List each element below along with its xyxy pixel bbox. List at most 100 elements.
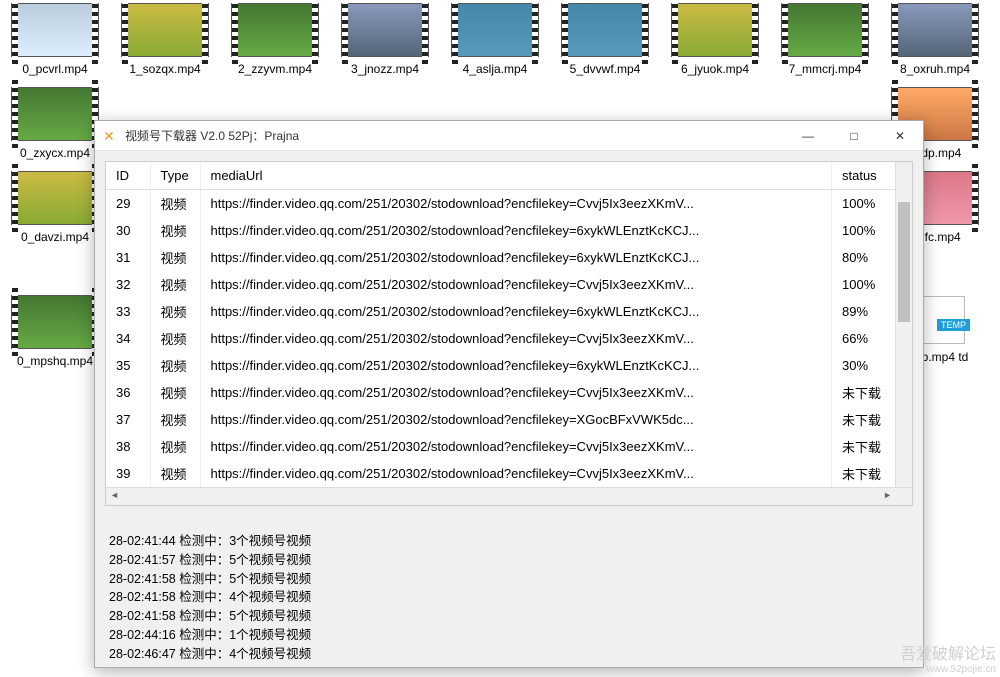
cell-id: 37 [106, 406, 150, 433]
file-thumb[interactable]: 4_aslja.mp4 [440, 4, 550, 76]
watermark-text: 吾爱破解论坛 [900, 646, 996, 663]
file-label: 5_dvvwf.mp4 [550, 62, 660, 76]
maximize-button[interactable]: □ [831, 121, 877, 151]
video-thumb-icon [122, 4, 208, 56]
file-label: 4_aslja.mp4 [440, 62, 550, 76]
cell-url: https://finder.video.qq.com/251/20302/st… [200, 433, 832, 460]
cell-url: https://finder.video.qq.com/251/20302/st… [200, 352, 832, 379]
file-thumb[interactable]: 8_oxruh.mp4 [880, 4, 990, 76]
file-label: 1_sozqx.mp4 [110, 62, 220, 76]
cell-type: 视频 [150, 298, 200, 325]
file-thumb[interactable]: 0_pcvrl.mp4 [0, 4, 110, 76]
log-panel: 28-02:41:44 检测中：3个视频号视频28-02:41:57 检测中：5… [105, 532, 913, 663]
download-table-wrap: ID Type mediaUrl status 29视频https://find… [105, 161, 913, 506]
minimize-button[interactable]: — [785, 121, 831, 151]
video-thumb-icon [452, 4, 538, 56]
log-line: 28-02:41:57 检测中：5个视频号视频 [109, 551, 913, 570]
table-row[interactable]: 36视频https://finder.video.qq.com/251/2030… [106, 379, 912, 406]
cell-url: https://finder.video.qq.com/251/20302/st… [200, 271, 832, 298]
table-row[interactable]: 31视频https://finder.video.qq.com/251/2030… [106, 244, 912, 271]
table-row[interactable]: 34视频https://finder.video.qq.com/251/2030… [106, 325, 912, 352]
cell-url: https://finder.video.qq.com/251/20302/st… [200, 244, 832, 271]
video-thumb-icon [782, 4, 868, 56]
file-label: 3_jnozz.mp4 [330, 62, 440, 76]
table-row[interactable]: 32视频https://finder.video.qq.com/251/2030… [106, 271, 912, 298]
vertical-scrollbar[interactable] [895, 162, 912, 487]
file-thumb[interactable]: 1_sozqx.mp4 [110, 4, 220, 76]
close-button[interactable]: ✕ [877, 121, 923, 151]
log-line: 28-02:41:58 检测中：5个视频号视频 [109, 607, 913, 626]
cell-url: https://finder.video.qq.com/251/20302/st… [200, 325, 832, 352]
file-thumb[interactable]: 3_jnozz.mp4 [330, 4, 440, 76]
table-row[interactable]: 35视频https://finder.video.qq.com/251/2030… [106, 352, 912, 379]
cell-id: 30 [106, 217, 150, 244]
cell-id: 35 [106, 352, 150, 379]
file-label: 6_jyuok.mp4 [660, 62, 770, 76]
cell-type: 视频 [150, 379, 200, 406]
cell-type: 视频 [150, 217, 200, 244]
log-line: 28-02:41:58 检测中：5个视频号视频 [109, 570, 913, 589]
cell-id: 33 [106, 298, 150, 325]
cell-type: 视频 [150, 460, 200, 487]
file-thumb[interactable]: 7_mmcrj.mp4 [770, 4, 880, 76]
video-thumb-icon [12, 4, 98, 56]
downloader-window: ✕ 视频号下载器 V2.0 52Pj：Prajna — □ ✕ ID Type … [94, 120, 924, 668]
cell-id: 31 [106, 244, 150, 271]
cell-url: https://finder.video.qq.com/251/20302/st… [200, 190, 832, 218]
table-row[interactable]: 38视频https://finder.video.qq.com/251/2030… [106, 433, 912, 460]
cell-type: 视频 [150, 190, 200, 218]
file-thumb[interactable]: 6_jyuok.mp4 [660, 4, 770, 76]
cell-url: https://finder.video.qq.com/251/20302/st… [200, 298, 832, 325]
col-mediaurl[interactable]: mediaUrl [200, 162, 832, 190]
cell-type: 视频 [150, 406, 200, 433]
video-thumb-icon [342, 4, 428, 56]
file-label: 7_mmcrj.mp4 [770, 62, 880, 76]
video-thumb-icon [12, 172, 98, 224]
window-content: ID Type mediaUrl status 29视频https://find… [95, 151, 923, 667]
col-type[interactable]: Type [150, 162, 200, 190]
cell-url: https://finder.video.qq.com/251/20302/st… [200, 406, 832, 433]
cell-url: https://finder.video.qq.com/251/20302/st… [200, 379, 832, 406]
log-line: 28-02:41:58 检测中：4个视频号视频 [109, 588, 913, 607]
table-row[interactable]: 29视频https://finder.video.qq.com/251/2030… [106, 190, 912, 218]
video-thumb-icon [12, 296, 98, 348]
cell-id: 39 [106, 460, 150, 487]
log-line: 28-02:41:44 检测中：3个视频号视频 [109, 532, 913, 551]
table-row[interactable]: 33视频https://finder.video.qq.com/251/2030… [106, 298, 912, 325]
scrollbar-thumb[interactable] [898, 202, 910, 322]
cell-id: 34 [106, 325, 150, 352]
cell-type: 视频 [150, 433, 200, 460]
cell-type: 视频 [150, 271, 200, 298]
cell-id: 29 [106, 190, 150, 218]
thumb-row: 0_pcvrl.mp41_sozqx.mp42_zzyvm.mp43_jnozz… [0, 4, 1000, 88]
cell-url: https://finder.video.qq.com/251/20302/st… [200, 217, 832, 244]
cell-type: 视频 [150, 325, 200, 352]
cell-id: 32 [106, 271, 150, 298]
cell-type: 视频 [150, 352, 200, 379]
file-thumb[interactable]: 5_dvvwf.mp4 [550, 4, 660, 76]
video-thumb-icon [892, 4, 978, 56]
video-thumb-icon [232, 4, 318, 56]
video-thumb-icon [12, 88, 98, 140]
cell-id: 36 [106, 379, 150, 406]
download-table[interactable]: ID Type mediaUrl status 29视频https://find… [106, 162, 912, 487]
col-id[interactable]: ID [106, 162, 150, 190]
table-header-row: ID Type mediaUrl status [106, 162, 912, 190]
file-label: 8_oxruh.mp4 [880, 62, 990, 76]
watermark-url: www.52pojie.cn [900, 664, 996, 675]
table-row[interactable]: 37视频https://finder.video.qq.com/251/2030… [106, 406, 912, 433]
cell-url: https://finder.video.qq.com/251/20302/st… [200, 460, 832, 487]
video-thumb-icon [672, 4, 758, 56]
log-line: 28-02:46:47 检测中：4个视频号视频 [109, 645, 913, 664]
window-title: 视频号下载器 V2.0 52Pj：Prajna [125, 127, 785, 144]
watermark: 吾爱破解论坛 www.52pojie.cn [900, 646, 996, 675]
log-line: 28-02:44:16 检测中：1个视频号视频 [109, 626, 913, 645]
cell-id: 38 [106, 433, 150, 460]
window-controls: — □ ✕ [785, 121, 923, 151]
table-row[interactable]: 30视频https://finder.video.qq.com/251/2030… [106, 217, 912, 244]
table-row[interactable]: 39视频https://finder.video.qq.com/251/2030… [106, 460, 912, 487]
video-thumb-icon [562, 4, 648, 56]
file-thumb[interactable]: 2_zzyvm.mp4 [220, 4, 330, 76]
horizontal-scrollbar[interactable] [106, 487, 912, 505]
titlebar[interactable]: ✕ 视频号下载器 V2.0 52Pj：Prajna — □ ✕ [95, 121, 923, 151]
